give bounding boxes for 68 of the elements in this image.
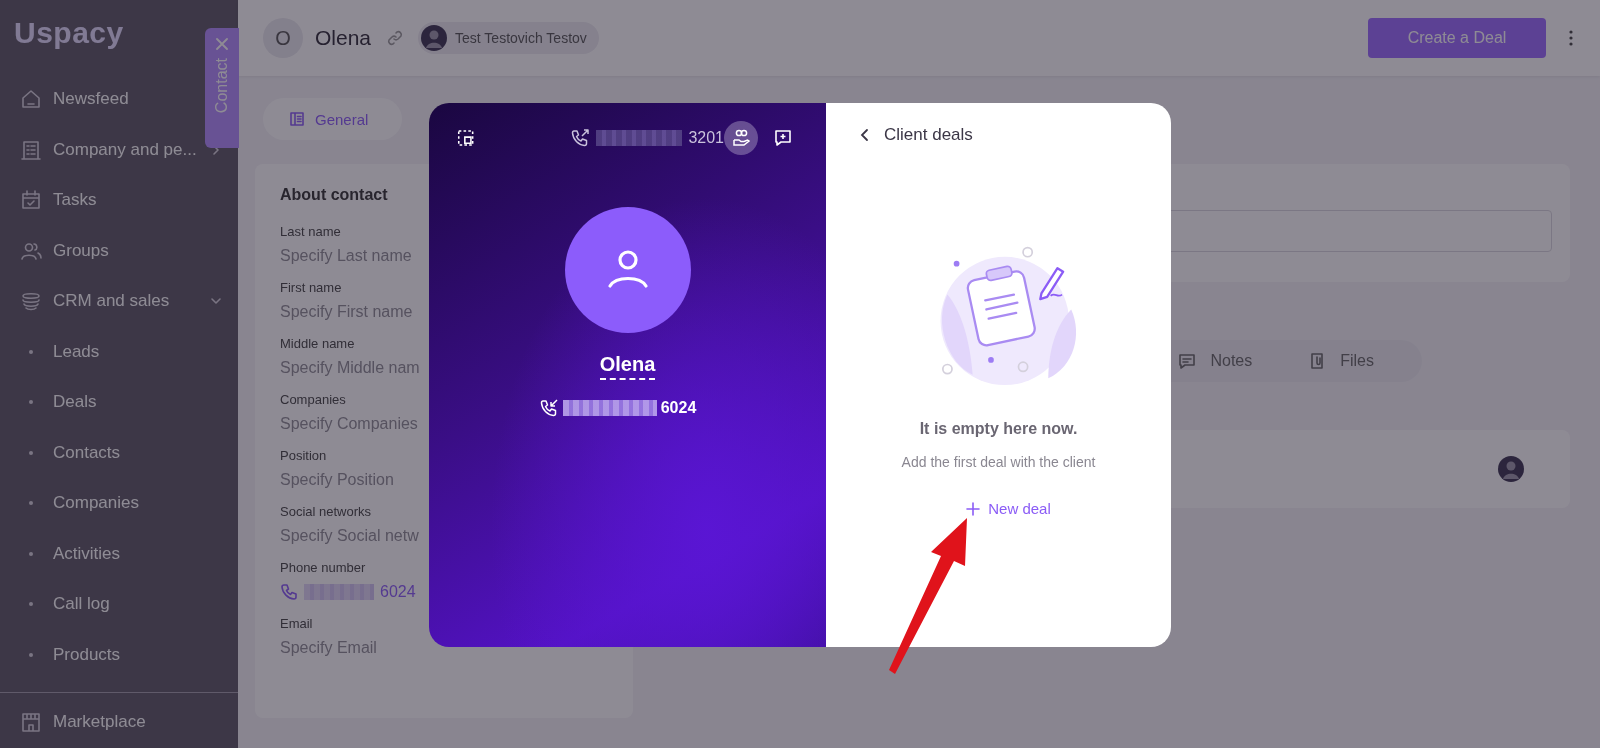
user-avatar-icon bbox=[1498, 456, 1524, 482]
bullet-icon bbox=[28, 651, 34, 658]
user-avatar-icon bbox=[421, 25, 448, 51]
logo: Uspacy bbox=[14, 16, 124, 50]
bullet-icon bbox=[28, 601, 34, 608]
field-placeholder[interactable]: Specify Social netw bbox=[280, 527, 419, 545]
bullet-icon bbox=[28, 348, 34, 355]
sidebar-item[interactable]: Companies bbox=[0, 478, 238, 529]
field-placeholder[interactable]: Specify Companies bbox=[280, 415, 418, 433]
phone-link[interactable]: 6024 bbox=[380, 583, 416, 601]
field-label: Last name bbox=[280, 224, 341, 239]
bullet-icon bbox=[28, 399, 34, 406]
field-placeholder[interactable]: Specify First name bbox=[280, 303, 413, 321]
book-icon bbox=[289, 111, 305, 127]
sidebar-item[interactable]: Marketplace bbox=[0, 697, 238, 748]
field-placeholder[interactable]: Specify Middle nam bbox=[280, 359, 420, 377]
empty-text: Add the first deal with the client bbox=[901, 454, 1096, 470]
screen-select-icon[interactable] bbox=[457, 128, 475, 148]
note-icon bbox=[1178, 352, 1197, 370]
sidebar-item[interactable]: Products bbox=[0, 629, 238, 680]
bullet-icon bbox=[28, 500, 34, 507]
sidebar-item[interactable]: Call log bbox=[0, 579, 238, 630]
empty-title: It is empty here now. bbox=[919, 420, 1078, 438]
sidebar-item[interactable]: Activities bbox=[0, 528, 238, 579]
bullet-icon bbox=[28, 550, 34, 557]
outgoing-call-icon bbox=[570, 128, 591, 148]
field-placeholder[interactable]: Specify Email bbox=[280, 639, 377, 657]
sidebar-item[interactable]: Groups bbox=[0, 225, 238, 276]
new-deal-link[interactable]: New deal bbox=[966, 500, 1051, 517]
sidebar-item[interactable]: Contacts bbox=[0, 427, 238, 478]
create-deal-button[interactable]: Create a Deal bbox=[1368, 18, 1546, 58]
sidebar-item[interactable]: Leads bbox=[0, 326, 238, 377]
phone-number: 6024 bbox=[660, 399, 697, 417]
tab[interactable]: Files bbox=[1300, 340, 1422, 382]
responsible-chip[interactable]: Test Testovich Testov bbox=[418, 22, 599, 54]
field-label: Position bbox=[280, 448, 327, 463]
sidebar-item[interactable]: Deals bbox=[0, 377, 238, 428]
field-label: Middle name bbox=[280, 336, 355, 351]
contact-name[interactable]: Olena bbox=[599, 353, 656, 380]
field-label: Social networks bbox=[280, 504, 372, 519]
field-label: Phone number bbox=[280, 560, 366, 575]
bullet-icon bbox=[28, 449, 34, 456]
phone-icon[interactable] bbox=[280, 583, 298, 601]
field-label: Companies bbox=[280, 392, 346, 407]
tab[interactable]: General bbox=[263, 98, 403, 140]
field-placeholder[interactable]: Specify Last name bbox=[280, 247, 412, 265]
more-icon[interactable] bbox=[1568, 29, 1574, 47]
incoming-call-icon bbox=[538, 398, 559, 418]
store-icon bbox=[20, 711, 42, 734]
deals-button[interactable] bbox=[724, 121, 758, 155]
chat-plus-icon bbox=[773, 128, 793, 148]
panel-title: Client deals bbox=[884, 125, 973, 145]
phone-number: 3201 bbox=[688, 129, 724, 147]
contact-avatar: O bbox=[263, 18, 303, 58]
card-title: About contact bbox=[280, 186, 389, 204]
calendar-icon bbox=[20, 189, 42, 212]
field-label: Email bbox=[280, 616, 313, 631]
field-placeholder[interactable]: Specify Position bbox=[280, 471, 394, 489]
redaction-mark bbox=[304, 584, 374, 600]
layers-icon bbox=[20, 290, 42, 313]
hand-people-icon bbox=[731, 128, 751, 148]
sidebar-item[interactable]: Tasks bbox=[0, 175, 238, 226]
house-icon bbox=[20, 88, 42, 111]
sidebar-item[interactable]: CRM and sales bbox=[0, 276, 238, 327]
building-icon bbox=[20, 138, 42, 161]
field-label: First name bbox=[280, 280, 342, 295]
plus-icon bbox=[966, 501, 981, 516]
contact-name: Olena bbox=[315, 26, 372, 50]
